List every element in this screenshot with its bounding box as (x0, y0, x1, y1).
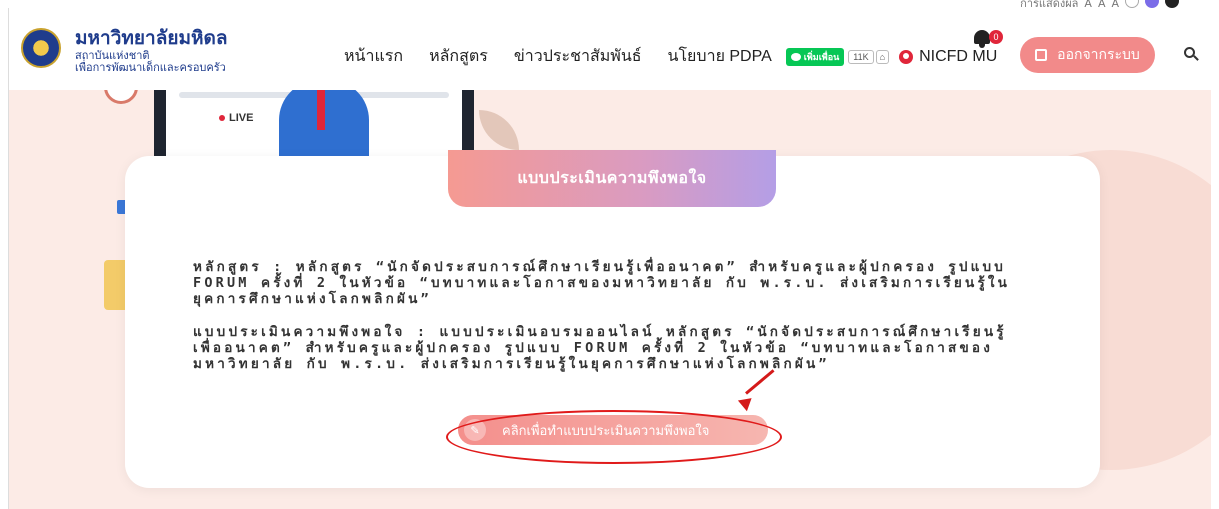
brand-name: มหาวิทยาลัยมหิดล (75, 28, 228, 49)
logout-icon (1035, 49, 1048, 61)
highlight-ellipse (446, 410, 782, 464)
friend-count: 11K (848, 49, 874, 64)
user-menu[interactable]: NICFD MU (899, 48, 997, 66)
search-icon[interactable] (1184, 47, 1199, 61)
brand-sub-2: เพื่อการพัฒนาเด็กและครอบครัว (75, 62, 226, 74)
clock-illustration (104, 90, 138, 104)
font-size-small[interactable]: A (1084, 0, 1092, 9)
font-size-medium[interactable]: A (1098, 0, 1106, 9)
course-info: หลักสูตร : หลักสูตร “นักจัดประสบการณ์ศึก… (193, 259, 1011, 307)
notification-count: 0 (989, 30, 1003, 44)
font-size-large[interactable]: A (1111, 0, 1119, 9)
leaf-illustration (479, 110, 519, 150)
contrast-dark-button[interactable] (1165, 0, 1179, 8)
nav-pdpa[interactable]: นโยบาย PDPA (668, 44, 772, 69)
home-icon[interactable]: ⌂ (875, 49, 890, 64)
main-nav: หน้าแรก หลักสูตร ข่าวประชาสัมพันธ์ นโยบา… (344, 44, 1011, 69)
display-label: การแสดงผล (1020, 0, 1079, 10)
nav-news[interactable]: ข่าวประชาสัมพันธ์ (514, 44, 642, 69)
logout-button[interactable]: ออกจากระบบ (1020, 37, 1155, 73)
nav-home[interactable]: หน้าแรก (344, 44, 403, 69)
university-logo[interactable] (21, 28, 61, 68)
line-add-friend-button[interactable]: เพิ่มเพื่อน (785, 47, 845, 66)
survey-info: แบบประเมินความพึงพอใจ : แบบประเมินอบรมออ… (193, 324, 1007, 372)
line-icon (790, 52, 801, 61)
line-label: เพิ่มเพื่อน (803, 51, 840, 62)
logout-label: ออกจากระบบ (1057, 46, 1140, 62)
nav-courses[interactable]: หลักสูตร (429, 44, 488, 69)
brand-sub-1: สถาบันแห่งชาติ (75, 50, 150, 62)
user-icon (899, 49, 914, 64)
site-header: มหาวิทยาลัยมหิดล สถาบันแห่งชาติ เพื่อการ… (8, 8, 1211, 90)
live-label: LIVE (219, 112, 253, 124)
contrast-purple-button[interactable] (1145, 0, 1159, 8)
user-name: NICFD MU (919, 47, 998, 65)
presenter-tie (317, 90, 325, 130)
contrast-normal-button[interactable] (1125, 0, 1139, 8)
card-title: แบบประเมินความพึงพอใจ (448, 150, 776, 207)
brand[interactable]: มหาวิทยาลัยมหิดล สถาบันแห่งชาติ เพื่อการ… (75, 28, 228, 74)
